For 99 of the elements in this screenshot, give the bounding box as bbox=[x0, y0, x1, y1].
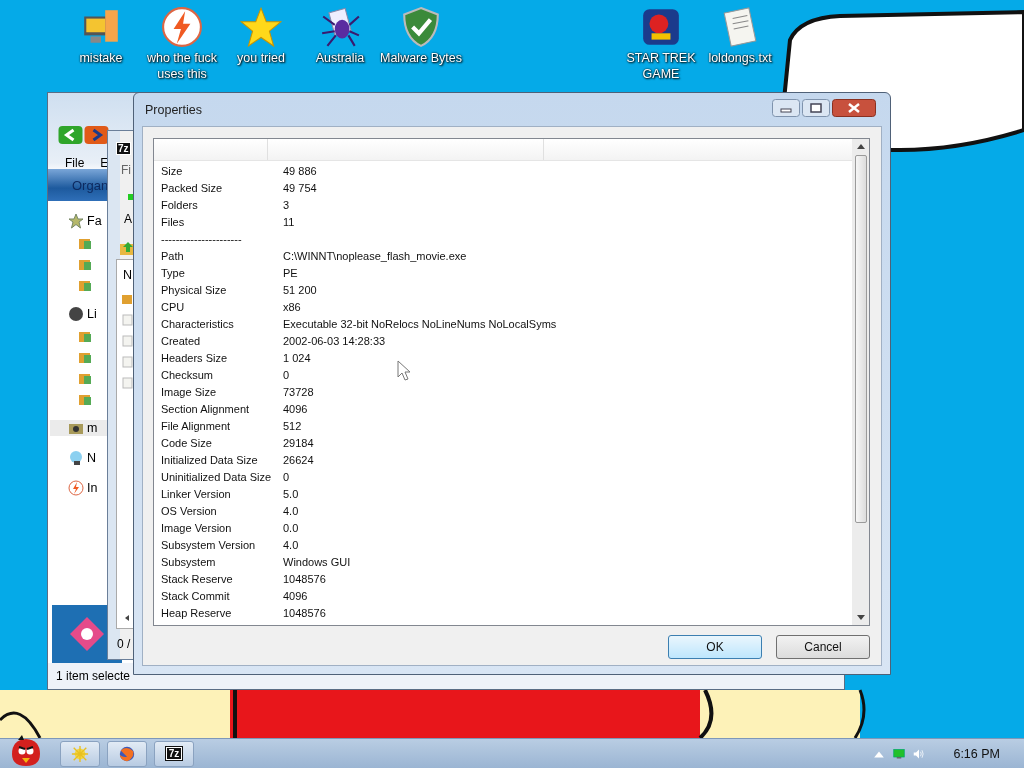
scroll-down-icon[interactable] bbox=[856, 615, 865, 621]
sidebar-item[interactable]: In bbox=[87, 481, 98, 495]
property-name: Size bbox=[161, 164, 184, 179]
property-name: Linker Version bbox=[161, 487, 232, 502]
property-value: 3 bbox=[283, 198, 290, 213]
sidebar-item[interactable]: Fa bbox=[87, 214, 102, 228]
lightning-icon bbox=[68, 480, 84, 496]
archiver-icon: 7z bbox=[165, 747, 183, 760]
property-name: Packed Size bbox=[161, 181, 224, 196]
spider-icon[interactable] bbox=[319, 6, 361, 48]
file-icon[interactable] bbox=[121, 334, 133, 348]
scroll-up-icon[interactable] bbox=[856, 143, 865, 149]
property-name: OS Version bbox=[161, 504, 218, 519]
property-name: Initialized Data Size bbox=[161, 453, 259, 468]
scroll-left-icon[interactable] bbox=[123, 614, 131, 622]
property-value: x86 bbox=[283, 300, 301, 315]
property-value: 5.0 bbox=[283, 487, 299, 502]
property-value: C:\WINNT\noplease_flash_movie.exe bbox=[283, 249, 467, 264]
menu-item[interactable]: File bbox=[65, 156, 85, 166]
vertical-scrollbar[interactable] bbox=[852, 139, 869, 625]
close-button[interactable] bbox=[832, 98, 876, 117]
property-name: Folders bbox=[161, 198, 199, 213]
property-value: 29184 bbox=[283, 436, 314, 451]
sidebar-item[interactable]: N bbox=[87, 451, 97, 465]
property-value: 73728 bbox=[283, 385, 314, 400]
property-value: 49 886 bbox=[283, 164, 317, 179]
property-value: 11 bbox=[283, 215, 295, 230]
minimize-button[interactable] bbox=[772, 98, 800, 117]
sidebar-item[interactable]: m bbox=[87, 421, 98, 435]
star-icon bbox=[68, 213, 84, 229]
property-value: 49 754 bbox=[283, 181, 317, 196]
property-name: Physical Size bbox=[161, 283, 228, 298]
explorer-taskbar-button[interactable] bbox=[60, 740, 100, 767]
property-name: Subsystem bbox=[161, 555, 217, 570]
property-name: Section Alignment bbox=[161, 402, 251, 417]
property-name: Characteristics bbox=[161, 317, 235, 332]
property-value: 1 024 bbox=[283, 351, 311, 366]
status-text: 0 / bbox=[117, 637, 131, 651]
window-title: Properties bbox=[144, 102, 202, 117]
property-name: Path bbox=[161, 249, 185, 264]
toolbar-button[interactable]: A bbox=[124, 212, 132, 226]
property-name: ---------------------- bbox=[161, 232, 243, 247]
property-value: 4096 bbox=[283, 589, 308, 604]
property-value: 1048576 bbox=[283, 606, 326, 621]
property-value: 51 200 bbox=[283, 283, 317, 298]
maximize-button[interactable] bbox=[802, 98, 830, 117]
up-folder-icon[interactable] bbox=[119, 240, 135, 256]
app-logo: 7z bbox=[116, 142, 131, 155]
star-icon[interactable] bbox=[240, 6, 282, 48]
property-name: Code Size bbox=[161, 436, 213, 451]
property-name: Uninitialized Data Size bbox=[161, 470, 273, 485]
menu-item[interactable]: Fi bbox=[121, 163, 131, 177]
menu-item[interactable]: E bbox=[100, 156, 109, 166]
browser-taskbar-button[interactable] bbox=[107, 740, 147, 767]
property-value: 1048576 bbox=[283, 572, 326, 587]
property-value: 26624 bbox=[283, 453, 314, 468]
mouse-pointer-icon bbox=[397, 360, 411, 382]
property-name: Image Version bbox=[161, 521, 233, 536]
property-name: Subsystem Version bbox=[161, 538, 257, 553]
scroll-thumb[interactable] bbox=[854, 155, 867, 523]
library-icon bbox=[68, 306, 84, 322]
network-icon bbox=[68, 450, 84, 466]
status-text: 1 item selecte bbox=[56, 669, 131, 683]
property-name: Image Size bbox=[161, 385, 218, 400]
property-name: Files bbox=[161, 215, 186, 230]
sidebar-item[interactable]: Li bbox=[87, 307, 97, 321]
monitor-icon[interactable] bbox=[893, 747, 906, 760]
cancel-button[interactable]: Cancel bbox=[776, 635, 870, 659]
game-icon[interactable] bbox=[640, 6, 682, 48]
property-name: Heap Reserve bbox=[161, 606, 233, 621]
property-name: File Alignment bbox=[161, 419, 232, 434]
file-icon[interactable] bbox=[121, 313, 133, 327]
shield-icon[interactable] bbox=[400, 6, 442, 48]
property-name: Checksum bbox=[161, 368, 214, 383]
property-name: Stack Reserve bbox=[161, 572, 234, 587]
clock[interactable]: 6:16 PM bbox=[953, 746, 1000, 761]
file-icon[interactable] bbox=[121, 355, 133, 369]
property-name: CPU bbox=[161, 300, 186, 315]
property-value: 4.0 bbox=[283, 538, 299, 553]
property-name: Headers Size bbox=[161, 351, 229, 366]
property-value: PE bbox=[283, 266, 298, 281]
property-name: Type bbox=[161, 266, 186, 281]
property-name: Created bbox=[161, 334, 202, 349]
property-name: Stack Commit bbox=[161, 589, 231, 604]
globe-icon bbox=[118, 744, 136, 763]
property-value: 0 bbox=[283, 368, 290, 383]
property-value: 4.0 bbox=[283, 504, 299, 519]
file-icon[interactable] bbox=[121, 376, 133, 390]
property-value: 512 bbox=[283, 419, 302, 434]
property-value: Windows GUI bbox=[283, 555, 351, 570]
property-value: 0.0 bbox=[283, 521, 299, 536]
volume-icon[interactable] bbox=[913, 747, 926, 760]
property-value: 4096 bbox=[283, 402, 308, 417]
property-value: Executable 32-bit NoRelocs NoLineNums NoLocalSyms bbox=[283, 317, 557, 332]
ok-button[interactable]: OK bbox=[668, 635, 762, 659]
forward-icon[interactable] bbox=[84, 126, 109, 144]
archiver-taskbar-button[interactable]: 7z bbox=[154, 740, 194, 767]
property-value: 0 bbox=[283, 470, 290, 485]
property-value: 2002-06-03 14:28:33 bbox=[283, 334, 386, 349]
